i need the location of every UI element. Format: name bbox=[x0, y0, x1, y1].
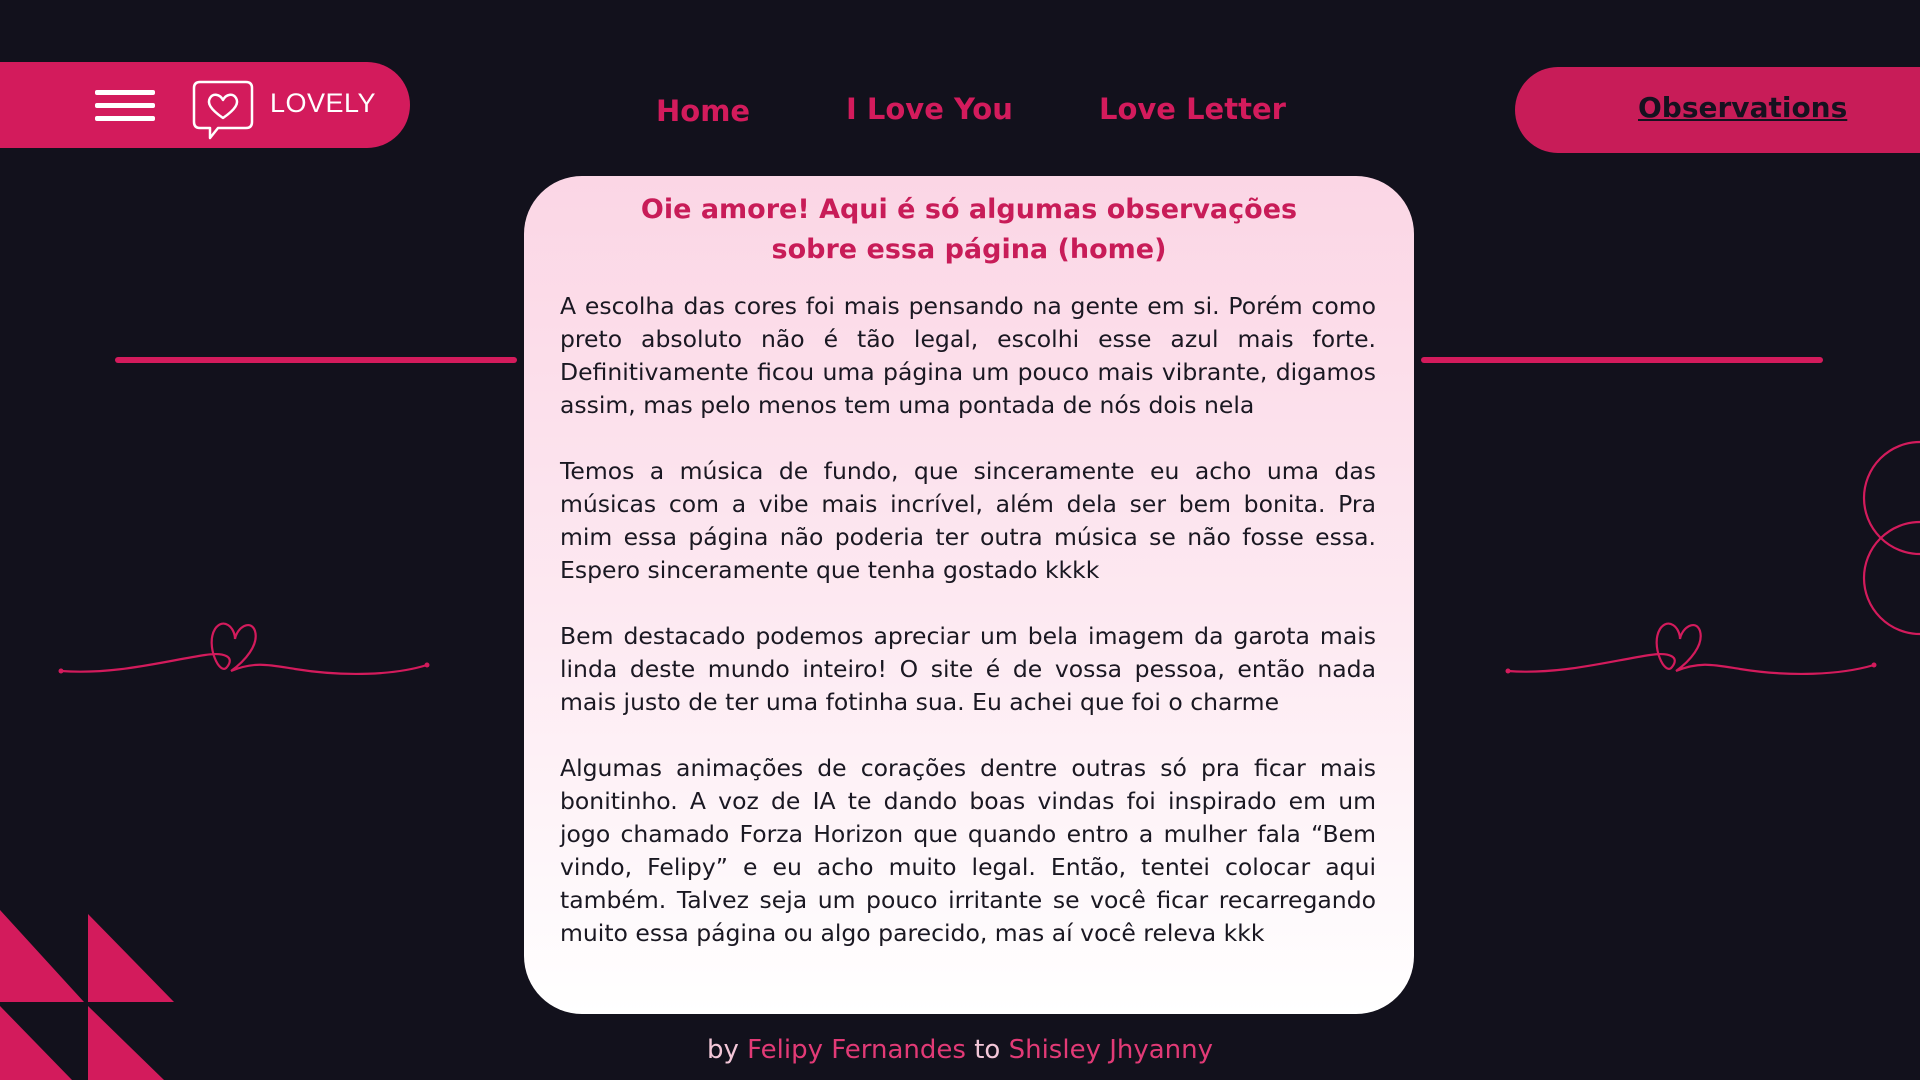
page: LOVELY Home I Love You Love Letter Obser… bbox=[0, 0, 1920, 1080]
card-title-line-2: sobre essa página (home) bbox=[771, 234, 1167, 265]
footer-credit: by Felipy Fernandes to Shisley Jhyanny bbox=[0, 1035, 1920, 1065]
logo-bar: LOVELY bbox=[0, 62, 410, 148]
heart-squiggle-left-icon bbox=[58, 622, 430, 676]
card-paragraph: Temos a música de fundo, que sincerament… bbox=[560, 457, 1376, 584]
card-paragraph: Bem destacado podemos apreciar um bela i… bbox=[560, 622, 1376, 716]
footer-author: Felipy Fernandes bbox=[747, 1035, 966, 1065]
card-body: A escolha das cores foi mais pensando na… bbox=[560, 290, 1376, 983]
divider-right bbox=[1421, 357, 1823, 363]
footer-to: to bbox=[974, 1035, 1001, 1065]
divider-left bbox=[115, 357, 517, 363]
observations-card: Oie amore! Aqui é só algumas observações… bbox=[524, 176, 1414, 1014]
logo-text: LOVELY bbox=[270, 88, 377, 118]
decorative-circles bbox=[1862, 440, 1920, 636]
footer-recipient: Shisley Jhyanny bbox=[1008, 1035, 1214, 1065]
hamburger-menu-icon[interactable] bbox=[95, 90, 155, 122]
heart-chat-bubble-icon bbox=[192, 80, 254, 140]
card-paragraph: A escolha das cores foi mais pensando na… bbox=[560, 292, 1376, 419]
card-title: Oie amore! Aqui é só algumas observações… bbox=[564, 190, 1374, 270]
heart-squiggle-right-icon bbox=[1505, 622, 1877, 676]
card-paragraph: Algumas animações de corações dentre out… bbox=[560, 754, 1376, 947]
observations-pill: Observations bbox=[1515, 67, 1920, 153]
nav-i-love-you-link[interactable]: I Love You bbox=[846, 92, 1013, 126]
nav-love-letter-link[interactable]: Love Letter bbox=[1099, 92, 1286, 126]
footer-by: by bbox=[706, 1035, 739, 1065]
card-title-line-1: Oie amore! Aqui é só algumas observações bbox=[640, 194, 1298, 225]
nav-observations-link[interactable]: Observations bbox=[1638, 91, 1847, 124]
nav-home-link[interactable]: Home bbox=[656, 94, 750, 128]
